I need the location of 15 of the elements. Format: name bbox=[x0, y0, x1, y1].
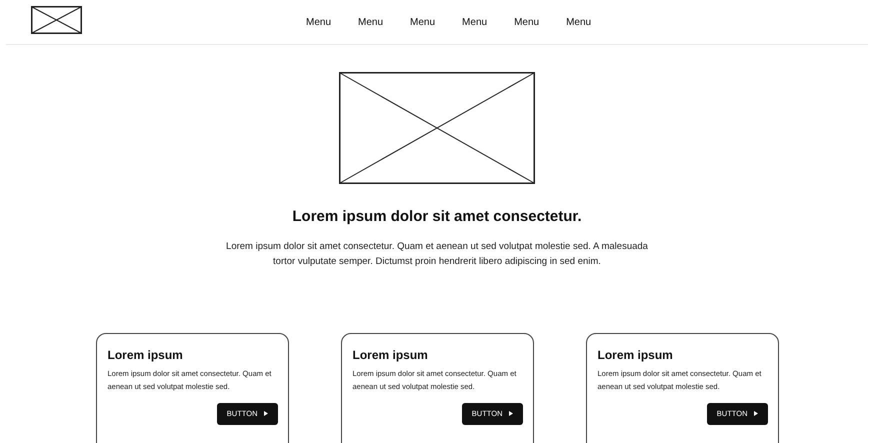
menu-link[interactable]: Menu bbox=[306, 14, 332, 30]
hero-title: Lorem ipsum dolor sit amet consectetur. bbox=[292, 207, 582, 227]
card-title: Lorem ipsum bbox=[352, 346, 429, 364]
menu-link[interactable]: Menu bbox=[514, 14, 540, 30]
caret-icon bbox=[754, 411, 758, 416]
caret-icon bbox=[264, 411, 268, 416]
caret-icon bbox=[508, 411, 512, 416]
menu-link[interactable]: Menu bbox=[358, 14, 384, 30]
logo-placeholder-icon bbox=[31, 6, 82, 34]
menu-link[interactable]: Menu bbox=[410, 14, 436, 30]
hero-text: Lorem ipsum dolor sit amet consectetur. Quam et aenean ut sed volutpat molestie sed. A malesuada tortor vulputate semper. Dictumst proin hendrerit libero adipiscing in sed enim. bbox=[225, 240, 649, 268]
menu-link[interactable]: Menu bbox=[566, 14, 592, 30]
menu-link[interactable]: Menu bbox=[462, 14, 488, 30]
card-title: Lorem ipsum bbox=[108, 346, 184, 364]
card-title: Lorem ipsum bbox=[598, 346, 674, 364]
